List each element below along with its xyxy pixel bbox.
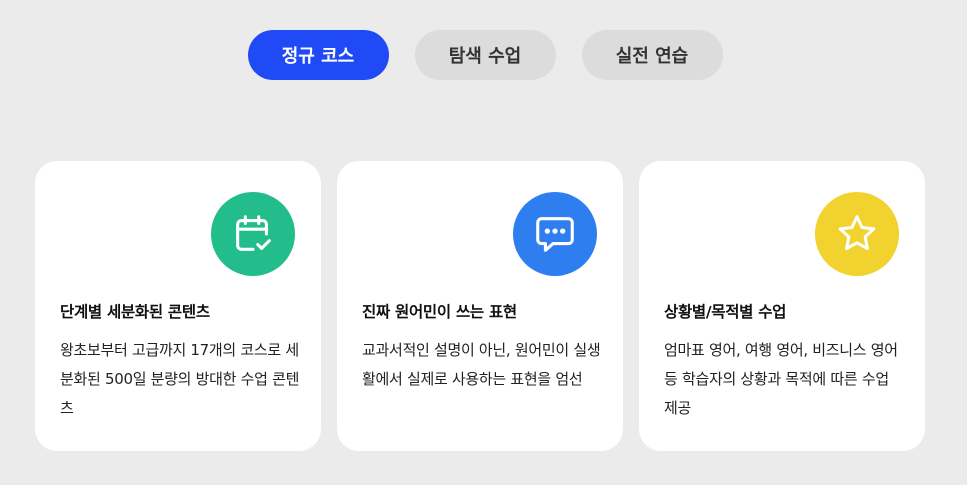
tab-exploration-class[interactable]: 탐색 수업 <box>414 30 556 80</box>
feature-card-expressions: 진짜 원어민이 쓰는 표현 교과서적인 설명이 아닌, 원어민이 실생활에서 실… <box>337 161 623 451</box>
card-title: 진짜 원어민이 쓰는 표현 <box>362 303 517 321</box>
card-description: 왕초보부터 고급까지 17개의 코스로 세분화된 500일 분량의 방대한 수업… <box>60 341 300 417</box>
course-tabs: 정규 코스 탐색 수업 실전 연습 <box>0 30 967 80</box>
star-icon <box>838 215 876 251</box>
card-title: 단계별 세분화된 콘텐츠 <box>60 303 210 321</box>
tab-regular-course[interactable]: 정규 코스 <box>247 30 389 80</box>
feature-card-situational: 상황별/목적별 수업 엄마표 영어, 여행 영어, 비즈니스 영어 등 학습자의… <box>639 161 925 451</box>
card-description: 교과서적인 설명이 아닌, 원어민이 실생활에서 실제로 사용하는 표현을 엄선 <box>362 341 601 388</box>
card-title: 상황별/목적별 수업 <box>664 303 787 321</box>
feature-cards: 단계별 세분화된 콘텐츠 왕초보부터 고급까지 17개의 코스로 세분화된 50… <box>35 161 925 451</box>
chat-bubble-icon <box>536 217 574 252</box>
card-description: 엄마표 영어, 여행 영어, 비즈니스 영어 등 학습자의 상황과 목적에 따른… <box>664 341 898 417</box>
calendar-check-icon <box>236 215 271 251</box>
tab-practice[interactable]: 실전 연습 <box>581 30 723 80</box>
star-icon-circle <box>815 192 899 276</box>
calendar-check-icon-circle <box>211 192 295 276</box>
chat-bubble-icon-circle <box>513 192 597 276</box>
feature-card-content: 단계별 세분화된 콘텐츠 왕초보부터 고급까지 17개의 코스로 세분화된 50… <box>35 161 321 451</box>
